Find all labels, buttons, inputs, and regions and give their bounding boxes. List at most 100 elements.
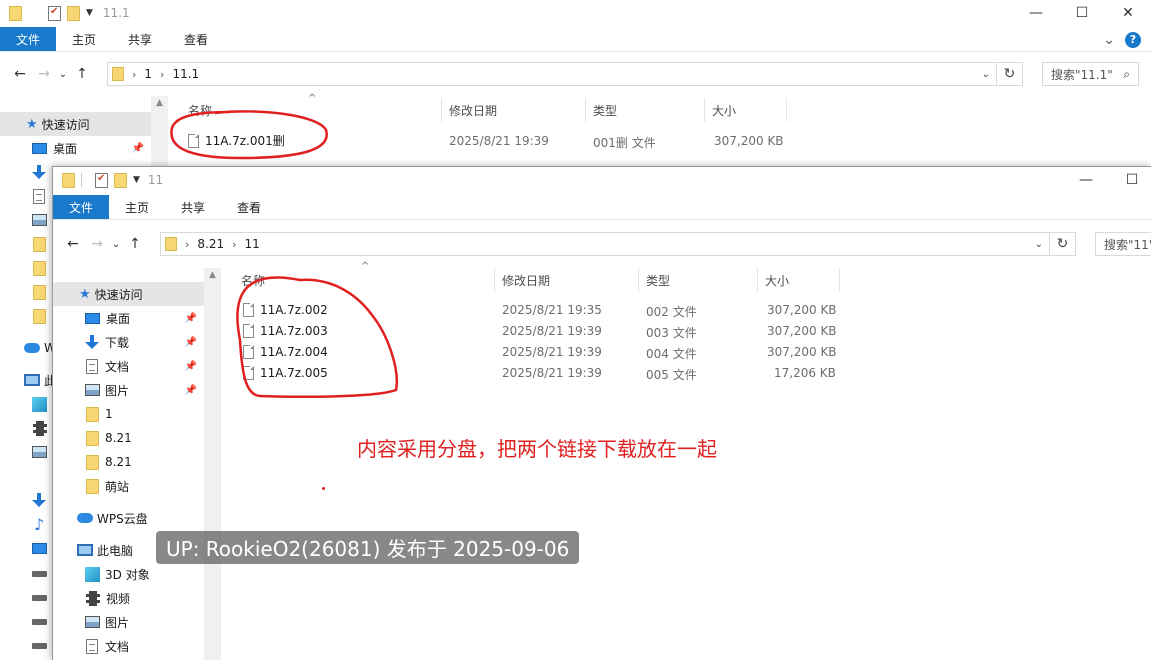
- search-input[interactable]: 搜索"11": [1095, 232, 1151, 256]
- desktop-icon: [32, 542, 47, 554]
- breadcrumb-item[interactable]: 1: [144, 67, 152, 81]
- column-divider[interactable]: [638, 268, 639, 292]
- refresh-button[interactable]: ↻: [1050, 232, 1076, 256]
- properties-icon[interactable]: [48, 5, 61, 21]
- drive-icon: [32, 619, 47, 625]
- nav-quick-access[interactable]: ★ 快速访问: [53, 282, 205, 306]
- nav-documents[interactable]: 文档: [53, 634, 205, 658]
- drive-icon: [32, 571, 47, 577]
- nav-quick-access[interactable]: ★ 快速访问: [0, 112, 152, 136]
- nav-desktop[interactable]: 桌面 📌: [53, 306, 205, 330]
- forward-arrow-icon[interactable]: →: [32, 66, 56, 82]
- nav-documents[interactable]: 文档 📌: [53, 354, 205, 378]
- tab-share[interactable]: 共享: [165, 195, 221, 219]
- refresh-button[interactable]: ↻: [997, 62, 1023, 86]
- tab-home[interactable]: 主页: [109, 195, 165, 219]
- column-divider[interactable]: [441, 98, 442, 122]
- nav-pictures[interactable]: 图片 📌: [53, 378, 205, 402]
- nav-scrollbar[interactable]: ▲: [204, 268, 221, 660]
- tab-view[interactable]: 查看: [221, 195, 277, 219]
- tab-home[interactable]: 主页: [56, 27, 112, 51]
- search-input[interactable]: 搜索"11.1" ⌕: [1042, 62, 1139, 86]
- column-header-size[interactable]: 大小: [712, 98, 736, 122]
- address-bar[interactable]: › 1 › 11.1 ⌄: [107, 62, 997, 86]
- annotation-text: 内容采用分盘，把两个链接下载放在一起: [357, 437, 717, 461]
- minimize-button[interactable]: —: [1063, 167, 1109, 193]
- music-icon: ♪: [34, 514, 45, 534]
- nav-pictures[interactable]: 图片: [53, 610, 205, 634]
- desktop-icon: [32, 142, 47, 154]
- back-arrow-icon[interactable]: ←: [61, 236, 85, 252]
- breadcrumb-separator-icon: ›: [232, 237, 237, 251]
- properties-icon[interactable]: [95, 172, 108, 188]
- nav-folder-8-21[interactable]: 8.21: [53, 450, 205, 474]
- forward-arrow-icon[interactable]: →: [85, 236, 109, 252]
- recent-locations-chevron-icon[interactable]: ⌄: [109, 239, 123, 250]
- nav-desktop[interactable]: 桌面 📌: [0, 136, 152, 160]
- nav-3d-objects[interactable]: 3D 对象: [53, 562, 205, 586]
- column-divider[interactable]: [704, 98, 705, 122]
- tab-file[interactable]: 文件: [53, 195, 109, 219]
- recent-locations-chevron-icon[interactable]: ⌄: [56, 69, 70, 80]
- breadcrumb-item[interactable]: 8.21: [197, 237, 224, 251]
- computer-icon: [24, 374, 40, 386]
- help-icon[interactable]: ?: [1125, 31, 1141, 48]
- nav-downloads[interactable]: 下载 📌: [53, 330, 205, 354]
- nav-wps-cloud[interactable]: WPS云盘: [53, 506, 205, 530]
- nav-videos[interactable]: 视频: [53, 586, 205, 610]
- nav-folder-8-21[interactable]: 8.21: [53, 426, 205, 450]
- column-divider[interactable]: [839, 268, 840, 292]
- column-divider[interactable]: [585, 98, 586, 122]
- pin-icon: 📌: [131, 142, 144, 154]
- tab-view[interactable]: 查看: [168, 27, 224, 51]
- file-date: 2025/8/21 19:39: [502, 324, 602, 338]
- column-header-size[interactable]: 大小: [765, 268, 789, 292]
- uploader-watermark: UP: RookieO2(26081) 发布于 2025-09-06: [156, 531, 580, 564]
- nav-folder-mengzhan[interactable]: 萌站: [53, 474, 205, 498]
- column-header-type[interactable]: 类型: [646, 268, 670, 292]
- nav-folder-1[interactable]: 1: [53, 402, 205, 426]
- minimize-button[interactable]: —: [1013, 0, 1059, 26]
- column-divider[interactable]: [494, 268, 495, 292]
- tab-file[interactable]: 文件: [0, 27, 56, 51]
- document-icon: [33, 188, 45, 204]
- column-header-date[interactable]: 修改日期: [449, 98, 497, 122]
- column-header-type[interactable]: 类型: [593, 98, 617, 122]
- quick-access-toolbar: ▼: [53, 172, 140, 188]
- file-name: 11A.7z.004: [260, 344, 328, 359]
- column-divider[interactable]: [786, 98, 787, 122]
- scroll-up-icon[interactable]: ▲: [204, 270, 221, 280]
- column-divider[interactable]: [757, 268, 758, 292]
- refresh-icon: ↻: [1056, 236, 1069, 252]
- close-button[interactable]: ✕: [1105, 0, 1151, 26]
- maximize-button[interactable]: ☐: [1109, 167, 1151, 193]
- customize-toolbar-chevron-icon[interactable]: ▼: [133, 175, 140, 185]
- breadcrumb-item[interactable]: 11: [245, 237, 260, 251]
- file-icon: [243, 365, 254, 380]
- folder-icon: [86, 406, 99, 422]
- search-icon: ⌕: [1123, 66, 1130, 81]
- column-header-name[interactable]: 名称: [241, 268, 265, 292]
- breadcrumb-item[interactable]: 11.1: [172, 67, 199, 81]
- title-bar: ▼ 11 — ☐: [53, 167, 1151, 193]
- up-arrow-icon[interactable]: ↑: [70, 66, 94, 82]
- tab-share[interactable]: 共享: [112, 27, 168, 51]
- column-header-date[interactable]: 修改日期: [502, 268, 550, 292]
- window-controls: — ☐: [1063, 167, 1151, 193]
- pin-icon: 📌: [184, 360, 197, 372]
- address-dropdown-icon[interactable]: ⌄: [982, 69, 990, 80]
- address-bar[interactable]: › 8.21 › 11 ⌄: [160, 232, 1050, 256]
- ribbon-expand-chevron-icon[interactable]: ⌄: [1103, 32, 1115, 48]
- up-arrow-icon[interactable]: ↑: [123, 236, 147, 252]
- customize-toolbar-chevron-icon[interactable]: ▼: [86, 8, 93, 18]
- file-size: 307,200 KB: [714, 134, 784, 148]
- scroll-up-icon[interactable]: ▲: [151, 98, 168, 108]
- address-dropdown-icon[interactable]: ⌄: [1035, 239, 1043, 250]
- new-folder-icon[interactable]: [67, 5, 80, 21]
- folder-icon: [86, 478, 99, 494]
- new-folder-icon[interactable]: [114, 172, 127, 188]
- maximize-button[interactable]: ☐: [1059, 0, 1105, 26]
- column-header-name[interactable]: 名称: [188, 98, 212, 122]
- video-icon: [33, 420, 47, 436]
- back-arrow-icon[interactable]: ←: [8, 66, 32, 82]
